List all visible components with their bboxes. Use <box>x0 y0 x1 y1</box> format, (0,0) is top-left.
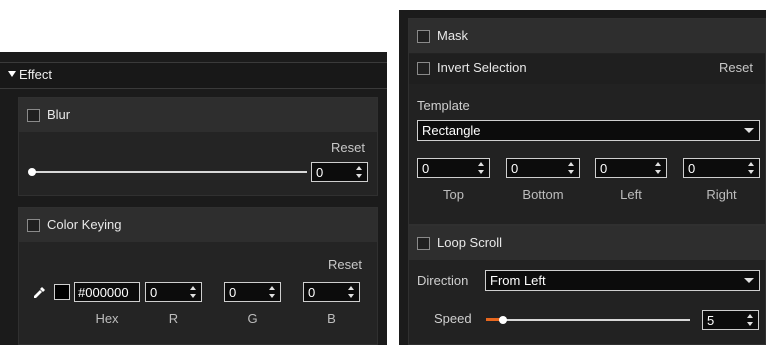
color-keying-checkbox[interactable] <box>27 219 40 232</box>
blur-slider-handle[interactable] <box>28 168 36 176</box>
spinner-arrows-icon <box>747 312 754 328</box>
blur-value-spinbox[interactable]: 0 <box>311 162 368 182</box>
loop-scroll-section: Loop Scroll Direction From Left Speed 5 <box>408 225 766 345</box>
color-keying-reset-link[interactable]: Reset <box>328 257 362 272</box>
top-value: 0 <box>422 161 430 176</box>
g-label: G <box>247 311 258 326</box>
g-value: 0 <box>229 285 237 300</box>
spinner-arrows-icon <box>348 284 355 300</box>
top-label: Top <box>443 187 464 202</box>
spinner-arrows-icon <box>568 160 575 176</box>
speed-spinbox[interactable]: 5 <box>702 310 759 330</box>
left-label: Left <box>620 187 642 202</box>
bottom-value: 0 <box>511 161 519 176</box>
spinner-arrows-icon <box>356 164 363 180</box>
right-value: 0 <box>688 161 696 176</box>
blur-label: Blur <box>47 107 71 122</box>
blur-header: Blur <box>19 98 377 132</box>
blur-reset-link[interactable]: Reset <box>331 140 365 155</box>
speed-slider-handle[interactable] <box>499 316 507 324</box>
invert-selection-label: Invert Selection <box>437 60 527 75</box>
top-spinbox[interactable]: 0 <box>417 158 490 178</box>
r-value: 0 <box>150 285 158 300</box>
r-label: R <box>168 311 179 326</box>
spinner-arrows-icon <box>269 284 276 300</box>
invert-selection-checkbox[interactable] <box>417 62 430 75</box>
spinner-arrows-icon <box>478 160 485 176</box>
color-keying-label: Color Keying <box>47 217 122 232</box>
effect-header-label: Effect <box>19 67 53 82</box>
chevron-down-icon <box>744 278 754 283</box>
bottom-spinbox[interactable]: 0 <box>506 158 580 178</box>
template-label: Template <box>417 98 470 113</box>
chevron-down-icon <box>744 128 754 133</box>
direction-dropdown[interactable]: From Left <box>485 270 760 291</box>
hex-input[interactable]: #000000 <box>74 282 140 302</box>
speed-value: 5 <box>707 313 715 328</box>
mask-panel: Mask Invert Selection Reset Template Rec… <box>399 10 766 345</box>
template-dropdown[interactable]: Rectangle <box>417 120 760 141</box>
g-spinbox[interactable]: 0 <box>224 282 281 302</box>
collapse-caret-icon <box>8 71 16 77</box>
b-spinbox[interactable]: 0 <box>303 282 360 302</box>
hex-value: #000000 <box>78 285 129 300</box>
right-label: Right <box>706 187 737 202</box>
loop-scroll-checkbox[interactable] <box>417 237 430 250</box>
color-keying-section: Color Keying Reset #000000 0 0 0 Hex R G… <box>18 207 378 345</box>
bottom-label: Bottom <box>522 187 564 202</box>
speed-slider-track[interactable] <box>486 319 690 321</box>
eyedropper-icon[interactable] <box>32 286 46 300</box>
loop-scroll-label: Loop Scroll <box>437 235 503 250</box>
effect-header[interactable]: Effect <box>0 62 387 89</box>
loop-scroll-header: Loop Scroll <box>409 226 765 260</box>
mask-checkbox[interactable] <box>417 30 430 43</box>
color-swatch[interactable] <box>54 284 70 300</box>
blur-checkbox[interactable] <box>27 109 40 122</box>
spinner-arrows-icon <box>190 284 197 300</box>
r-spinbox[interactable]: 0 <box>145 282 202 302</box>
effect-panel: Effect Blur Reset 0 Color Keying Reset #… <box>0 52 387 345</box>
mask-section: Mask Invert Selection Reset Template Rec… <box>408 18 766 225</box>
spinner-arrows-icon <box>655 160 662 176</box>
left-value: 0 <box>600 161 608 176</box>
blur-slider-track[interactable] <box>31 171 307 173</box>
mask-reset-link[interactable]: Reset <box>719 60 753 75</box>
b-value: 0 <box>308 285 316 300</box>
direction-label: Direction <box>417 273 469 288</box>
speed-label: Speed <box>434 311 472 326</box>
template-value: Rectangle <box>422 123 481 138</box>
right-spinbox[interactable]: 0 <box>683 158 760 178</box>
b-label: B <box>327 311 336 326</box>
blur-value: 0 <box>316 165 324 180</box>
blur-section: Blur Reset 0 <box>18 97 378 196</box>
color-keying-header: Color Keying <box>19 208 377 242</box>
direction-value: From Left <box>490 273 546 288</box>
spinner-arrows-icon <box>748 160 755 176</box>
invert-selection-row: Invert Selection Reset <box>409 54 765 84</box>
left-spinbox[interactable]: 0 <box>595 158 667 178</box>
mask-label: Mask <box>437 28 469 43</box>
hex-label: Hex <box>95 311 119 326</box>
mask-header: Mask <box>409 19 765 53</box>
